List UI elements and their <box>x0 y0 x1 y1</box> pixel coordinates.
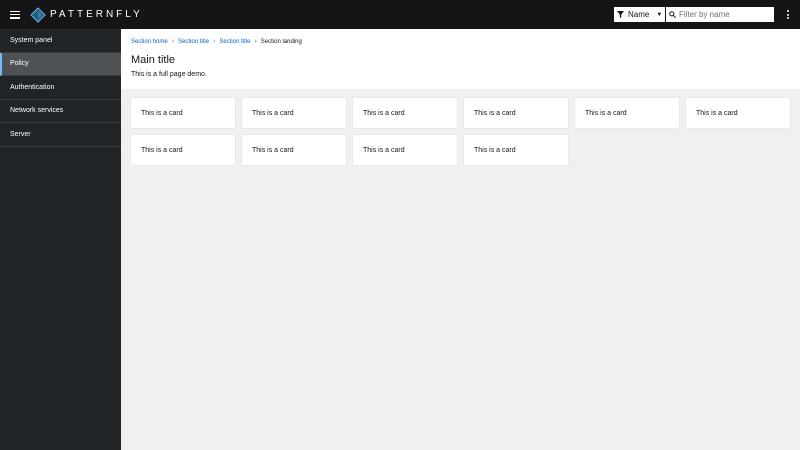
breadcrumb: Section home › Section title › Section t… <box>131 38 790 45</box>
sidebar-item-system-panel[interactable]: System panel <box>0 29 121 53</box>
card[interactable]: This is a card <box>686 98 790 128</box>
sidebar-item-label: Server <box>10 130 31 138</box>
card-body: This is a card <box>252 109 294 117</box>
breadcrumb-link-section-title[interactable]: Section title <box>219 39 250 45</box>
main-content: Section home › Section title › Section t… <box>121 29 800 450</box>
search-icon <box>669 11 676 18</box>
card[interactable]: This is a card <box>575 98 679 128</box>
card[interactable]: This is a card <box>242 98 346 128</box>
sidebar-item-authentication[interactable]: Authentication <box>0 76 121 100</box>
card[interactable]: This is a card <box>131 98 235 128</box>
hamburger-menu-icon[interactable] <box>10 10 20 19</box>
card-body: This is a card <box>363 146 405 154</box>
search-box <box>666 7 774 22</box>
sidebar-item-label: Network services <box>10 107 64 115</box>
sidebar-item-label: Authentication <box>10 83 55 91</box>
page-title: Main title <box>131 54 176 66</box>
card-body: This is a card <box>363 109 405 117</box>
sidebar-item-server[interactable]: Server <box>0 123 121 147</box>
sidebar-item-label: System panel <box>10 36 53 44</box>
card-body: This is a card <box>696 109 738 117</box>
patternfly-logo-icon <box>30 6 46 23</box>
card-body: This is a card <box>474 146 516 154</box>
card[interactable]: This is a card <box>353 98 457 128</box>
chevron-right-icon: › <box>254 38 257 45</box>
card[interactable]: This is a card <box>353 135 457 165</box>
card-body: This is a card <box>474 109 516 117</box>
sidebar-item-network-services[interactable]: Network services <box>0 100 121 123</box>
masthead: PATTERNFLY Name ▼ <box>0 0 800 29</box>
card[interactable]: This is a card <box>131 135 235 165</box>
card-gallery: This is a card This is a card This is a … <box>131 98 790 165</box>
card-body: This is a card <box>141 146 183 154</box>
sidebar-item-label: Policy <box>10 60 29 68</box>
brand-name: PATTERNFLY <box>50 9 143 20</box>
page-header: Section home › Section title › Section t… <box>121 29 800 89</box>
breadcrumb-link-section-title[interactable]: Section title <box>178 39 209 45</box>
caret-down-icon: ▼ <box>656 11 663 18</box>
masthead-toolbar: Name ▼ <box>614 0 800 29</box>
kebab-menu-icon[interactable] <box>776 10 800 19</box>
brand-logo[interactable]: PATTERNFLY <box>30 6 143 23</box>
page-description: This is a full page demo. <box>131 71 207 78</box>
search-input[interactable] <box>679 10 769 19</box>
chevron-right-icon: › <box>171 38 175 45</box>
filter-select-label: Name <box>628 10 650 19</box>
card-body: This is a card <box>141 109 183 117</box>
breadcrumb-current: Section landing <box>260 38 302 45</box>
card[interactable]: This is a card <box>464 98 568 128</box>
card[interactable]: This is a card <box>464 135 568 165</box>
card[interactable]: This is a card <box>242 135 346 165</box>
filter-attribute-select[interactable]: Name ▼ <box>614 7 665 22</box>
breadcrumb-link-section-home[interactable]: Section home <box>131 39 168 45</box>
sidebar-item-policy[interactable]: Policy <box>0 52 121 76</box>
filter-icon <box>617 11 624 18</box>
sidebar-nav: System panel Policy Authentication Netwo… <box>0 29 121 450</box>
card-body: This is a card <box>585 109 627 117</box>
card-body: This is a card <box>252 146 294 154</box>
chevron-right-icon: › <box>213 38 216 45</box>
